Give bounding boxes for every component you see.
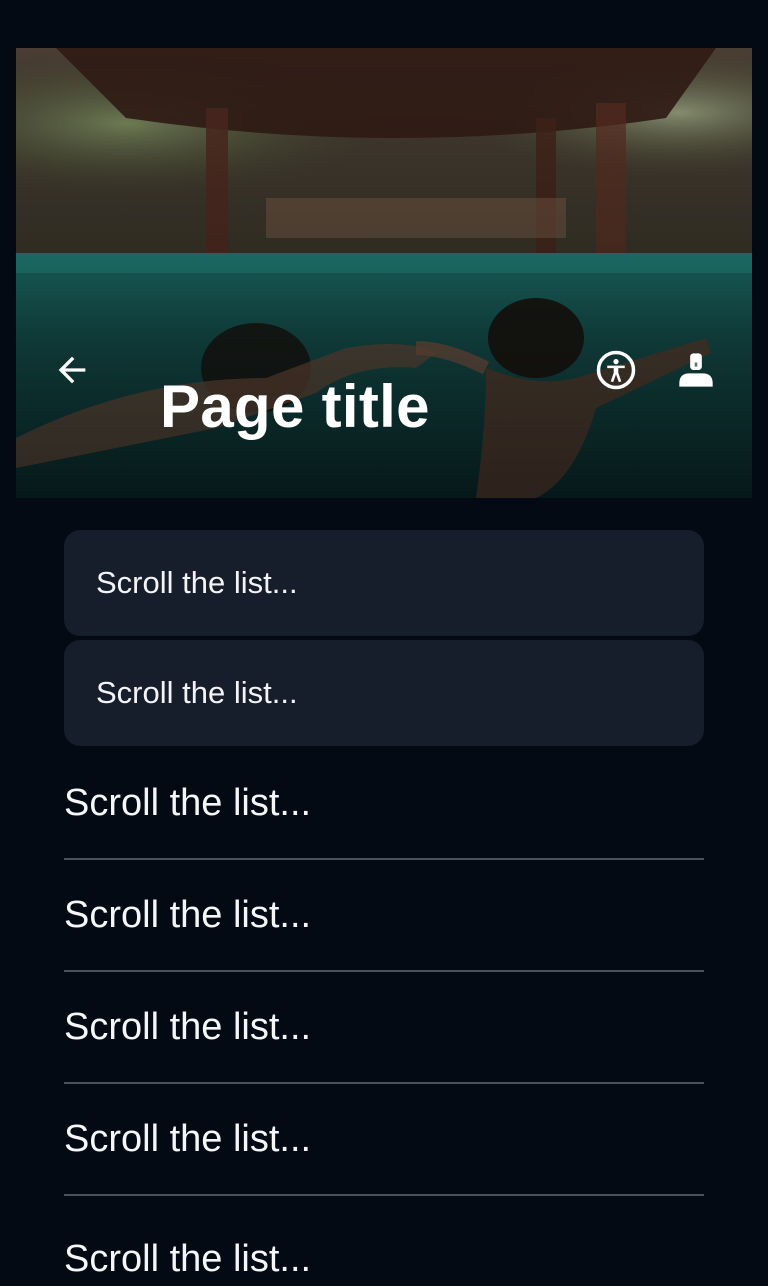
page-title: Page title [160, 373, 430, 440]
list-card-label: Scroll the list... [96, 565, 298, 600]
list-item-label: Scroll the list... [64, 893, 312, 936]
accessibility-icon [596, 350, 636, 390]
list-item[interactable]: Scroll the list... [64, 1196, 704, 1286]
hero-header: Page title [16, 48, 752, 498]
arrow-back-icon [58, 356, 86, 384]
back-button[interactable] [48, 346, 96, 394]
list-item-label: Scroll the list... [64, 781, 312, 824]
list-card[interactable]: Scroll the list... [64, 530, 704, 636]
list-item[interactable]: Scroll the list... [64, 972, 704, 1084]
list-card[interactable]: Scroll the list... [64, 640, 704, 746]
list-item-label: Scroll the list... [64, 1117, 312, 1160]
person-icon [679, 353, 713, 387]
list-item[interactable]: Scroll the list... [64, 1084, 704, 1196]
list-item-label: Scroll the list... [64, 1005, 312, 1048]
list-card-label: Scroll the list... [96, 675, 298, 710]
list-item[interactable]: Scroll the list... [64, 748, 704, 860]
account-button[interactable] [672, 346, 720, 394]
list-item[interactable]: Scroll the list... [64, 860, 704, 972]
list-item-label: Scroll the list... [64, 1237, 312, 1280]
accessibility-button[interactable] [592, 346, 640, 394]
